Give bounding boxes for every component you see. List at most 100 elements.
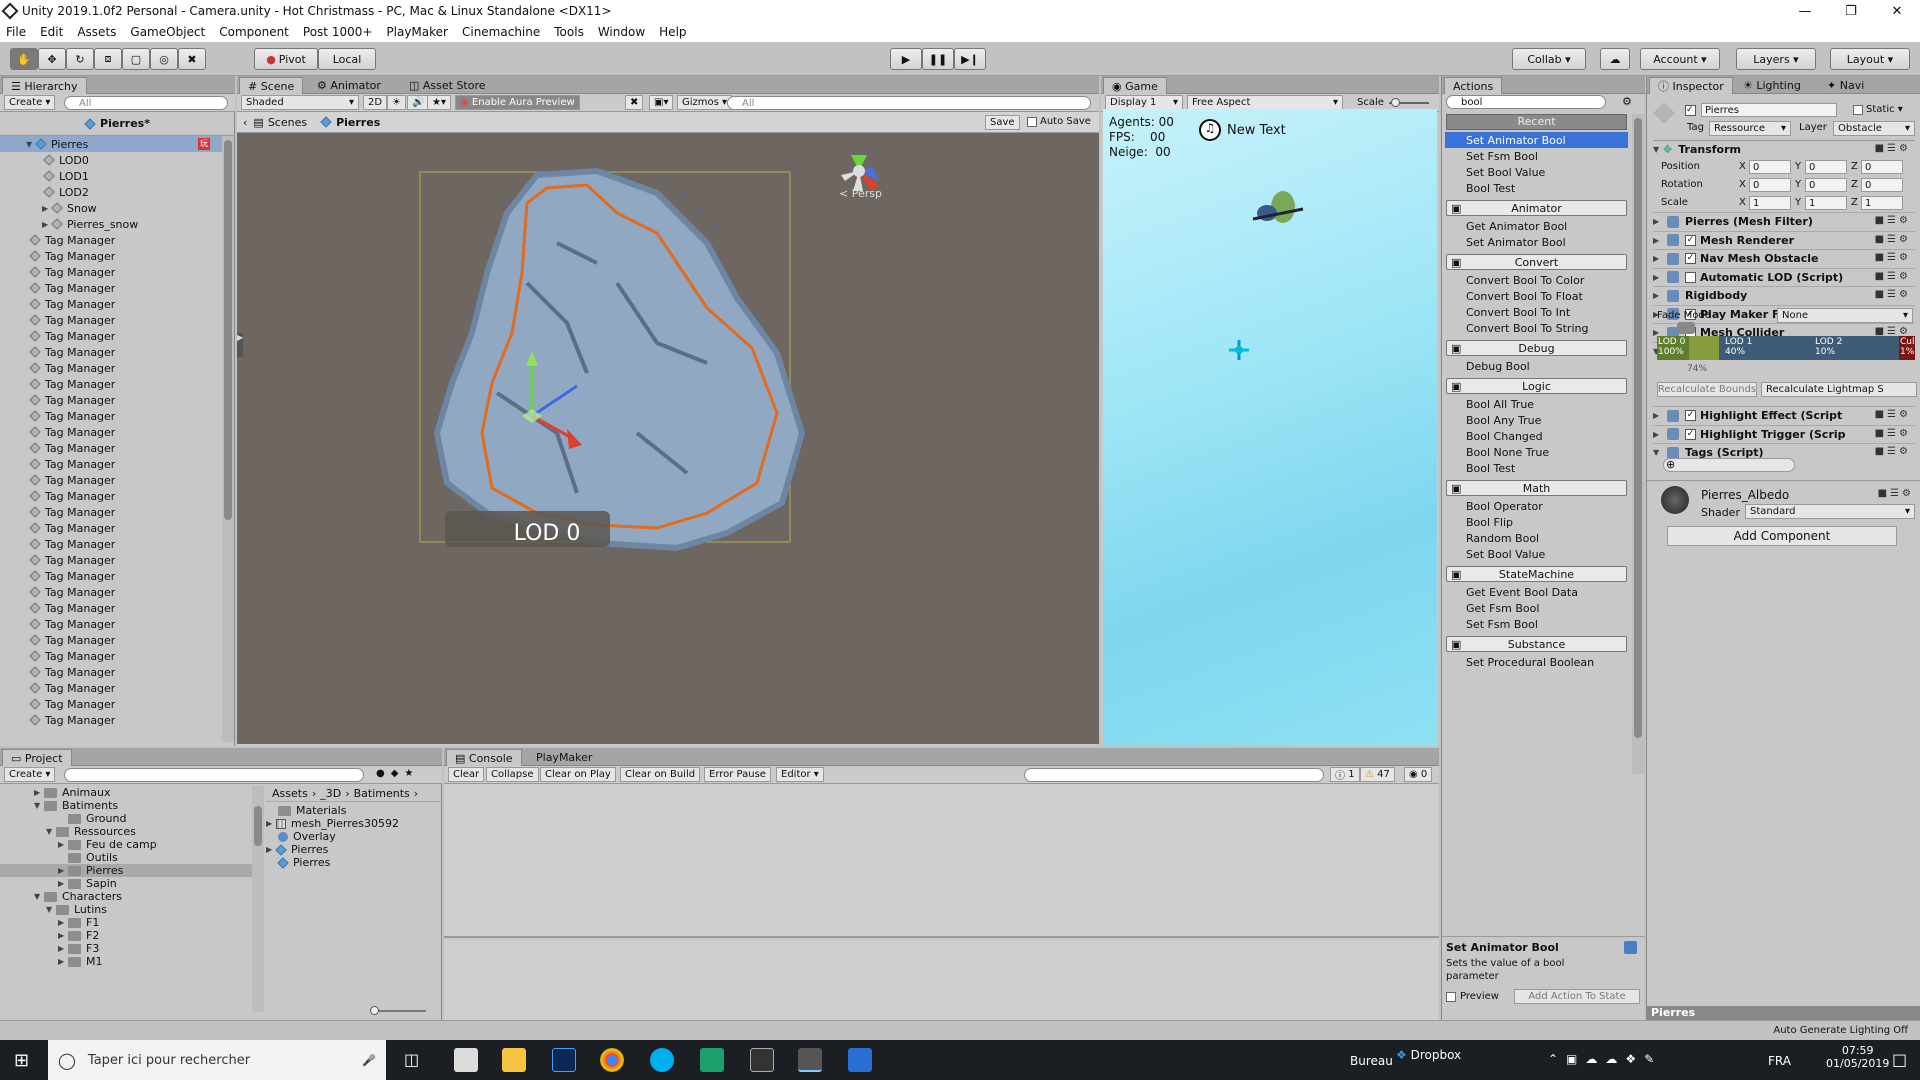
chrome-icon[interactable] xyxy=(600,1048,624,1072)
action-category-header[interactable]: ▣ Convert xyxy=(1446,254,1627,270)
component-menu-icon[interactable]: ■☰⚙ xyxy=(1875,215,1911,226)
menu-assets[interactable]: Assets xyxy=(77,25,116,39)
transform-position-x-field[interactable]: 0 xyxy=(1749,160,1791,174)
play-button[interactable]: ▶ xyxy=(890,48,922,70)
hierarchy-item-tag-manager[interactable]: Tag Manager xyxy=(29,440,115,456)
hierarchy-item-tag-manager[interactable]: Tag Manager xyxy=(29,328,115,344)
actions-scroll-thumb[interactable] xyxy=(1634,118,1642,738)
minimize-button[interactable]: — xyxy=(1782,0,1828,22)
taskbar-lang[interactable]: FRA xyxy=(1768,1054,1791,1068)
menu-component[interactable]: Component xyxy=(219,25,289,39)
hierarchy-item-tag-manager[interactable]: Tag Manager xyxy=(29,552,115,568)
hierarchy-item-tag-manager[interactable]: Tag Manager xyxy=(29,232,115,248)
component-enabled-checkbox[interactable]: ✓ xyxy=(1685,428,1696,440)
shader-dropdown[interactable]: Standard ▾ xyxy=(1745,504,1915,519)
component-header[interactable]: ▶ Rigidbody ■☰⚙ xyxy=(1653,286,1915,304)
material-menu-icon[interactable]: ■☰⚙ xyxy=(1878,488,1914,499)
tab-playmaker[interactable]: PlayMaker xyxy=(528,749,600,766)
project-file-item[interactable]: Overlay xyxy=(278,830,336,843)
tab-navigation[interactable]: ✦ Navi xyxy=(1819,77,1872,94)
tag-dropdown[interactable]: Ressource ▾ xyxy=(1709,121,1791,136)
scene-viewport[interactable]: LOD 0 < Persp ▶ xyxy=(237,133,1099,744)
project-tree-item[interactable]: ▶ F2 xyxy=(0,929,252,942)
hierarchy-item-tag-manager[interactable]: Tag Manager xyxy=(29,360,115,376)
actions-search-input[interactable]: bool xyxy=(1446,95,1606,109)
save-button[interactable]: Save xyxy=(985,115,1020,130)
component-header[interactable]: ▶ ✓ Highlight Trigger (Scrip ■☰⚙ xyxy=(1653,424,1915,443)
cloud-icon[interactable]: ☁ xyxy=(1600,48,1630,70)
hierarchy-search-input[interactable]: All xyxy=(64,96,228,110)
icon-size-slider[interactable] xyxy=(370,1006,426,1015)
action-category-header[interactable]: ▣ Animator xyxy=(1446,200,1627,216)
action-item[interactable]: Get Animator Bool xyxy=(1466,218,1567,234)
hierarchy-item-tag-manager[interactable]: Tag Manager xyxy=(29,456,115,472)
component-enabled-checkbox[interactable]: ✓ xyxy=(1685,234,1696,246)
layer-dropdown[interactable]: Obstacle ▾ xyxy=(1833,121,1915,136)
collab-button[interactable]: Collab ▾ xyxy=(1512,48,1586,70)
hierarchy-item-snow[interactable]: ▶ Snow xyxy=(42,200,97,216)
camera-icon[interactable]: ▣▾ xyxy=(649,95,674,110)
hand-tool-icon[interactable]: ✋ xyxy=(10,48,38,70)
action-item[interactable]: Convert Bool To String xyxy=(1466,320,1588,336)
hierarchy-item-tag-manager[interactable]: Tag Manager xyxy=(29,424,115,440)
scene-search-input[interactable]: All xyxy=(727,96,1091,110)
console-detail-area[interactable] xyxy=(444,940,1439,1020)
mode-2d-toggle[interactable]: 2D xyxy=(363,95,388,110)
task-view-icon[interactable]: ◫ xyxy=(404,1050,419,1069)
windows-start-icon[interactable]: ⊞ xyxy=(14,1050,29,1071)
lod-camera-icon[interactable] xyxy=(1677,322,1695,334)
shading-dropdown[interactable]: Shaded ▾ xyxy=(241,95,359,110)
action-category-header[interactable]: ▣ Math xyxy=(1446,480,1627,496)
component-enabled-checkbox[interactable]: ✓ xyxy=(1685,410,1696,421)
custom-tool-icon[interactable]: ✖ xyxy=(178,48,206,70)
photoshop-icon[interactable] xyxy=(552,1048,576,1072)
mail-icon[interactable] xyxy=(454,1048,478,1072)
transform-tool-icon[interactable]: ◎ xyxy=(150,48,178,70)
game-viewport[interactable]: Agents: 00 FPS: 00 Neige: 00 ♫ New Text xyxy=(1103,109,1437,746)
component-header[interactable]: ▶ ✓ Highlight Effect (Script ■☰⚙ xyxy=(1653,406,1915,424)
menu-help[interactable]: Help xyxy=(659,25,686,39)
tab-actions[interactable]: Actions xyxy=(1444,77,1503,94)
skype-icon[interactable] xyxy=(650,1048,674,1072)
crumb-3d[interactable]: _3D xyxy=(320,787,341,800)
object-name-field[interactable]: Pierres xyxy=(1701,103,1837,117)
close-button[interactable]: ✕ xyxy=(1874,0,1920,22)
pivot-button[interactable]: ● Pivot xyxy=(254,48,318,70)
action-item[interactable]: Get Fsm Bool xyxy=(1466,600,1539,616)
component-menu-icon[interactable]: ■☰⚙ xyxy=(1875,428,1911,439)
filter-icons[interactable]: ●◆★ xyxy=(376,768,419,779)
static-toggle[interactable]: Static ▾ xyxy=(1853,104,1903,115)
console-log-area[interactable] xyxy=(444,784,1439,938)
project-tree-item[interactable]: ▼ Characters xyxy=(0,890,252,903)
tab-game[interactable]: ◉ Game xyxy=(1103,77,1167,94)
project-tree-item[interactable]: ▼ Batiments xyxy=(0,799,252,812)
action-item[interactable]: Set Procedural Boolean xyxy=(1466,654,1594,670)
orientation-gizmo[interactable] xyxy=(841,155,879,191)
autosave-toggle[interactable]: Auto Save xyxy=(1027,116,1091,127)
project-tree-item[interactable]: Ground xyxy=(0,812,252,825)
notifications-icon[interactable]: □ xyxy=(1892,1050,1907,1069)
action-item[interactable]: Debug Bool xyxy=(1466,358,1530,374)
taskbar-search[interactable]: ◯ Taper ici pour rechercher 🎤 xyxy=(48,1040,386,1080)
scale-slider-thumb[interactable] xyxy=(1391,98,1400,107)
project-create-button[interactable]: Create ▾ xyxy=(4,767,56,782)
hierarchy-item-pierres-snow[interactable]: ▶ Pierres_snow xyxy=(42,216,138,232)
action-item[interactable]: Bool Test xyxy=(1466,180,1515,196)
component-menu-icon[interactable]: ■☰⚙ xyxy=(1875,234,1911,245)
project-tree-item[interactable]: ▶ Animaux xyxy=(0,786,252,799)
microphone-icon[interactable]: 🎤 xyxy=(362,1054,376,1067)
hierarchy-item-tag-manager[interactable]: Tag Manager xyxy=(29,520,115,536)
component-enabled-checkbox[interactable] xyxy=(1685,271,1696,283)
action-category-header[interactable]: ▣ Debug xyxy=(1446,340,1627,356)
hierarchy-item-tag-manager[interactable]: Tag Manager xyxy=(29,280,115,296)
component-menu-icon[interactable]: ■☰⚙ xyxy=(1875,446,1911,457)
panel-collapse-icon[interactable]: ▶ xyxy=(237,333,243,357)
project-tree-item[interactable]: ▶ M1 xyxy=(0,955,252,968)
action-item[interactable]: Bool Any True xyxy=(1466,412,1541,428)
recalc-lightmap-button[interactable]: Recalculate Lightmap S xyxy=(1761,382,1917,397)
hierarchy-item-tag-manager[interactable]: Tag Manager xyxy=(29,472,115,488)
lod-bar[interactable]: LOD 0 100% LOD 1 40% LOD 2 10% Cul 1% xyxy=(1657,336,1915,360)
gizmos-dropdown[interactable]: Gizmos ▾ xyxy=(677,95,733,110)
unity-icon[interactable] xyxy=(798,1048,822,1072)
hierarchy-item-tag-manager[interactable]: Tag Manager xyxy=(29,568,115,584)
